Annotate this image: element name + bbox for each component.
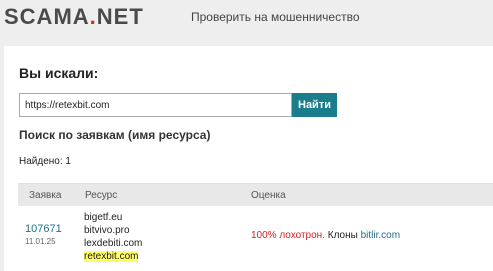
resource-name: retexbit.com <box>84 251 139 262</box>
column-header-request: Заявка <box>29 190 62 201</box>
top-bar: SCAMA.NET Проверить на мошенничество <box>0 0 493 36</box>
logo-dot: . <box>89 4 97 29</box>
resource-name: bigetf.eu <box>84 212 123 223</box>
request-id-link[interactable]: 107671 <box>25 223 62 235</box>
site-logo[interactable]: SCAMA.NET <box>4 4 144 30</box>
column-header-resource: Ресурс <box>85 190 118 201</box>
search-button[interactable]: Найти <box>292 93 337 117</box>
rating-scam-label: 100% лохотрон. <box>251 230 325 241</box>
resource-item: lexdebiti.com <box>84 237 142 250</box>
logo-text-left: SCAMA <box>4 4 90 29</box>
resource-list: bigetf.eu bitvivo.pro lexdebiti.com rete… <box>84 211 142 263</box>
table-header: Заявка Ресурс Оценка <box>18 183 493 206</box>
rating-cell: 100% лохотрон. Клоны bitlir.com <box>251 230 400 241</box>
main-panel: Вы искали: Найти Поиск по заявкам (имя р… <box>4 46 493 271</box>
results-heading: Поиск по заявкам (имя ресурса) <box>19 128 211 142</box>
found-count: Найдено: 1 <box>19 156 71 167</box>
search-input[interactable] <box>19 93 292 117</box>
table-row: 107671 11.01.25 bigetf.eu bitvivo.pro le… <box>18 205 493 271</box>
logo-text-right: NET <box>96 4 144 29</box>
rating-clones-label: Клоны <box>327 230 358 241</box>
column-header-rating: Оценка <box>251 190 286 201</box>
resource-item-highlighted: retexbit.com <box>84 250 142 263</box>
nav-check-fraud-link[interactable]: Проверить на мошенничество <box>191 10 360 24</box>
resource-name: lexdebiti.com <box>84 238 143 249</box>
resource-item: bigetf.eu <box>84 211 142 224</box>
request-date: 11.01.25 <box>25 237 56 246</box>
clone-link[interactable]: bitlir.com <box>361 230 400 241</box>
resource-name: bitvivo.pro <box>84 225 130 236</box>
search-heading: Вы искали: <box>19 65 99 81</box>
resource-item: bitvivo.pro <box>84 224 142 237</box>
